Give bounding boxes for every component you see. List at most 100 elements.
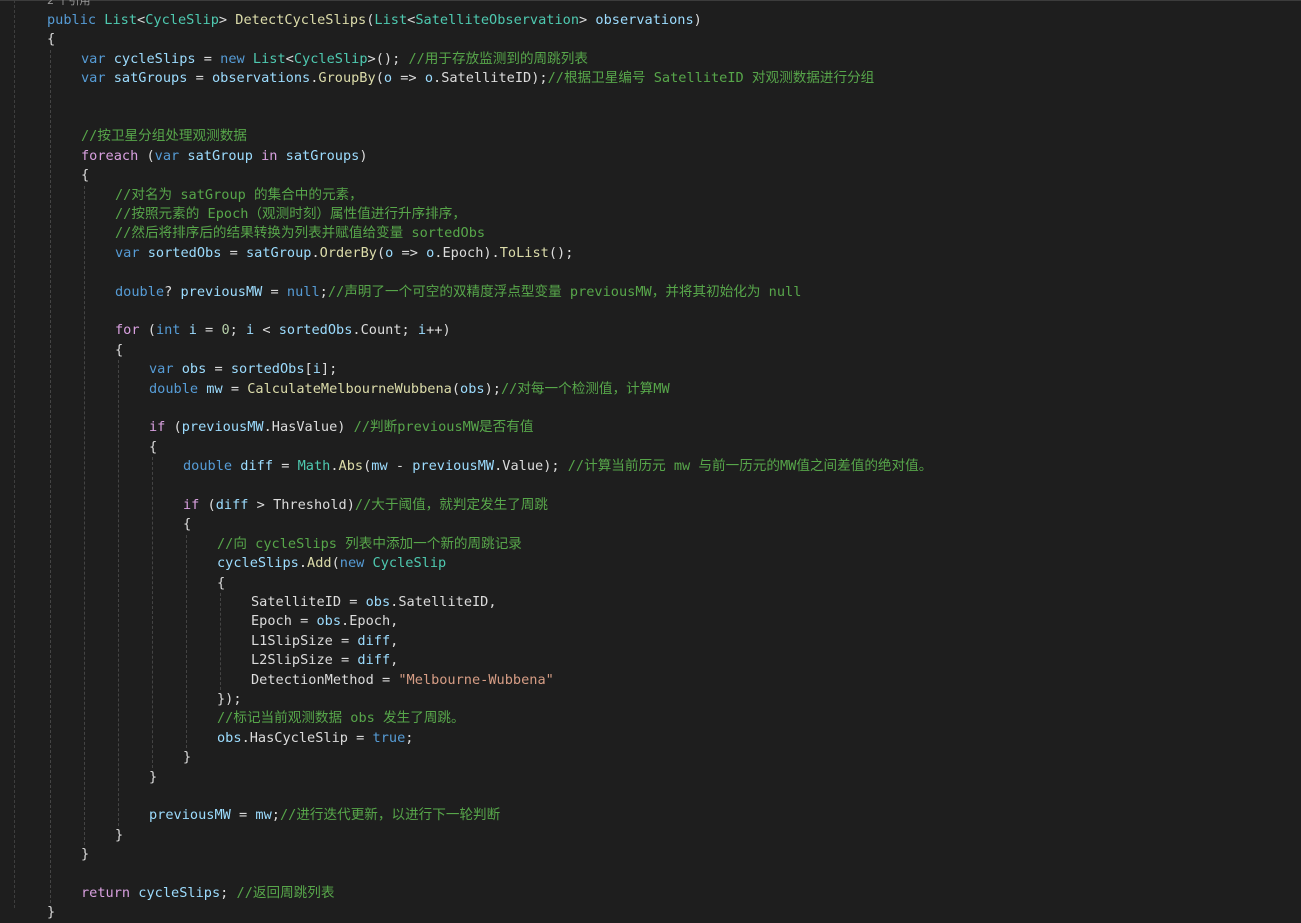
code-line[interactable]: var sortedObs = satGroup.OrderBy(o => o.… bbox=[115, 244, 573, 263]
code-token-plain: { bbox=[47, 31, 56, 48]
code-token-var: i bbox=[188, 322, 197, 339]
code-line[interactable]: double? previousMW = null;//声明了一个可空的双精度浮… bbox=[115, 283, 801, 302]
code-line[interactable]: foreach (var satGroup in satGroups) bbox=[81, 147, 368, 166]
code-token-var: mw bbox=[371, 458, 388, 475]
code-token-plain: . bbox=[241, 729, 250, 746]
code-token-var: obs bbox=[365, 594, 391, 610]
code-token-plain: = bbox=[195, 50, 221, 67]
code-token-plain: ( bbox=[375, 70, 384, 87]
code-line[interactable]: Epoch = obs.Epoch, bbox=[251, 612, 398, 631]
code-token-plain: . bbox=[311, 244, 320, 261]
code-line[interactable]: } bbox=[47, 903, 55, 922]
code-line[interactable]: } bbox=[81, 845, 89, 864]
code-token-comment: //用于存放监测到的周跳列表 bbox=[408, 50, 588, 67]
code-line[interactable]: //标记当前观测数据 obs 发生了周跳。 bbox=[217, 709, 465, 728]
code-line[interactable]: //然后将排序后的结果转换为列表并赋值给变量 sortedObs bbox=[115, 224, 485, 243]
indent-guide bbox=[186, 534, 187, 749]
code-token-prop: Threshold bbox=[273, 497, 347, 513]
code-line[interactable]: { bbox=[81, 166, 89, 185]
code-line[interactable]: //对名为 satGroup 的集合中的元素， bbox=[115, 186, 363, 205]
code-token-kw: null bbox=[286, 283, 320, 300]
code-line[interactable]: double mw = CalculateMelbourneWubbena(ob… bbox=[149, 380, 670, 399]
code-token-var: obs bbox=[460, 380, 485, 397]
code-token-plain: = bbox=[341, 594, 366, 610]
code-token-method: GroupBy bbox=[318, 70, 376, 87]
code-token-plain: ( bbox=[376, 244, 386, 261]
code-token-plain: . bbox=[330, 458, 339, 475]
code-line[interactable]: obs.HasCycleSlip = true; bbox=[217, 729, 413, 748]
code-token-plain: ( bbox=[199, 497, 216, 513]
code-token-prop: DetectionMethod bbox=[251, 671, 374, 688]
code-token-comment: //向 cycleSlips 列表中添加一个新的周跳记录 bbox=[217, 535, 522, 552]
code-line[interactable]: { bbox=[47, 30, 55, 49]
code-line[interactable]: L2SlipSize = diff, bbox=[251, 651, 398, 670]
code-line[interactable]: if (previousMW.HasValue) //判断previousMW是… bbox=[149, 418, 533, 437]
code-line[interactable]: { bbox=[149, 438, 157, 457]
code-token-ctl: in bbox=[261, 147, 278, 164]
code-token-var: mw bbox=[255, 807, 272, 824]
code-token-param: o bbox=[424, 70, 433, 87]
code-line[interactable]: //向 cycleSlips 列表中添加一个新的周跳记录 bbox=[217, 535, 522, 554]
code-line[interactable]: var obs = sortedObs[i]; bbox=[149, 360, 337, 379]
code-token-plain: ( bbox=[139, 322, 156, 339]
code-token-plain: ( bbox=[451, 380, 461, 397]
code-line[interactable]: DetectionMethod = "Melbourne-Wubbena" bbox=[251, 671, 554, 690]
code-token-plain: } bbox=[81, 846, 90, 863]
code-token-plain: ]; bbox=[320, 361, 338, 378]
code-token-method: ToList bbox=[499, 244, 549, 261]
code-token-plain: ); bbox=[484, 380, 501, 397]
code-token-plain: >(); bbox=[367, 50, 409, 67]
code-line[interactable]: //按照元素的 Epoch（观测时刻）属性值进行升序排序， bbox=[115, 205, 466, 224]
code-line[interactable]: cycleSlips.Add(new CycleSlip bbox=[217, 554, 446, 573]
code-line[interactable]: } bbox=[183, 748, 191, 767]
code-token-plain: ) bbox=[359, 147, 368, 164]
code-token-var: satGroups bbox=[113, 70, 188, 87]
code-line[interactable]: double diff = Math.Abs(mw - previousMW.V… bbox=[183, 457, 932, 476]
code-line[interactable]: //按卫星分组处理观测数据 bbox=[81, 127, 247, 146]
code-line[interactable]: { bbox=[183, 515, 191, 534]
code-line[interactable]: } bbox=[115, 826, 123, 845]
code-token-var: satGroup bbox=[245, 244, 312, 261]
code-line[interactable]: if (diff > Threshold)//大于阈值，就判定发生了周跳 bbox=[183, 496, 548, 515]
code-editor[interactable]: 2 个引用 public List<CycleSlip> DetectCycle… bbox=[0, 0, 1301, 920]
codelens-references[interactable]: 2 个引用 bbox=[47, 0, 91, 8]
code-line[interactable]: { bbox=[217, 574, 225, 593]
code-token-plain: = bbox=[291, 613, 317, 630]
code-token-var: previousMW bbox=[412, 458, 495, 475]
code-token-comment: //按卫星分组处理观测数据 bbox=[81, 128, 247, 145]
code-token-method: OrderBy bbox=[319, 244, 377, 261]
code-token-plain: ; bbox=[401, 322, 418, 339]
code-token-plain: ? bbox=[164, 283, 181, 300]
code-token-prop: Epoch bbox=[251, 613, 292, 630]
code-line[interactable]: L1SlipSize = diff, bbox=[251, 632, 398, 651]
code-token-plain: = bbox=[273, 458, 298, 475]
code-line[interactable]: var satGroups = observations.GroupBy(o =… bbox=[81, 69, 874, 88]
code-token-plain: = bbox=[206, 361, 231, 378]
code-token-var: i bbox=[246, 322, 255, 339]
code-token-plain: { bbox=[115, 341, 124, 358]
code-token-type: Math bbox=[297, 458, 331, 475]
code-token-num: 0 bbox=[221, 322, 230, 339]
code-line[interactable]: var cycleSlips = new List<CycleSlip>(); … bbox=[81, 50, 588, 69]
code-line[interactable]: public List<CycleSlip> DetectCycleSlips(… bbox=[47, 11, 702, 30]
code-line[interactable]: } bbox=[149, 768, 157, 787]
code-token-plain: < bbox=[254, 322, 279, 339]
code-token-plain: , bbox=[390, 652, 399, 669]
code-token-plain: > bbox=[579, 12, 596, 28]
code-token-var: previousMW bbox=[180, 283, 263, 300]
code-line[interactable]: for (int i = 0; i < sortedObs.Count; i++… bbox=[115, 321, 451, 340]
code-line[interactable]: { bbox=[115, 341, 123, 360]
code-token-method: Add bbox=[307, 555, 332, 572]
code-line[interactable]: return cycleSlips; //返回周跳列表 bbox=[81, 884, 334, 903]
code-line[interactable]: }); bbox=[217, 690, 242, 709]
code-token-prop: Epoch bbox=[442, 244, 484, 261]
code-line[interactable]: SatelliteID = obs.SatelliteID, bbox=[251, 593, 497, 612]
code-line[interactable]: previousMW = mw;//进行迭代更新，以进行下一轮判断 bbox=[149, 806, 500, 825]
code-token-prop: L1SlipSize bbox=[251, 632, 333, 649]
code-token-var: obs bbox=[217, 729, 242, 746]
code-token-var: obs bbox=[316, 613, 342, 630]
code-token-prop: SatelliteID bbox=[251, 594, 342, 610]
code-token-plain: ; bbox=[405, 729, 414, 746]
